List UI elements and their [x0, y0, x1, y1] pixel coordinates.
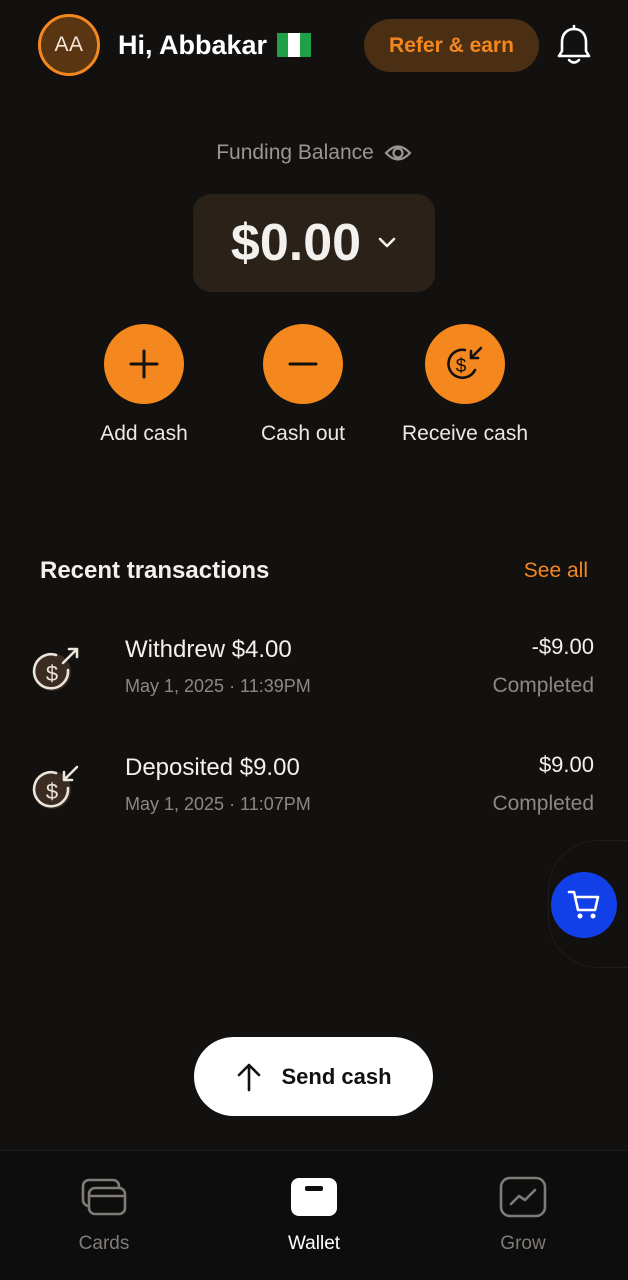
avatar[interactable]: AA	[38, 14, 100, 76]
balance-label-text: Funding Balance	[216, 141, 374, 164]
receive-cash-button[interactable]: $ Receive cash	[402, 324, 528, 446]
recent-transactions-title: Recent transactions	[40, 557, 270, 584]
greeting-text: Hi, Abbakar	[118, 29, 268, 60]
balance-amount: $0.00	[230, 214, 362, 272]
plus-icon	[104, 324, 184, 404]
transaction-amount: $9.00	[538, 752, 594, 777]
transaction-date: May 1, 2025 · 11:07PM	[125, 794, 311, 814]
cart-button[interactable]	[551, 872, 617, 938]
nav-label-cards: Cards	[78, 1233, 130, 1254]
quick-actions: Add cash Cash out $ Receive cash	[0, 324, 628, 454]
cart-icon	[567, 890, 600, 919]
transaction-name: Deposited $9.00	[125, 754, 300, 781]
svg-text:$: $	[46, 661, 58, 686]
withdraw-dollar-icon: $	[32, 647, 79, 691]
eye-icon[interactable]	[384, 142, 412, 164]
nav-label-wallet: Wallet	[287, 1233, 341, 1254]
cash-out-label: Cash out	[260, 422, 346, 445]
transaction-row[interactable]: $ Deposited $9.00 May 1, 2025 · 11:07PM …	[0, 752, 628, 834]
grow-chart-icon	[499, 1176, 547, 1218]
transaction-date: May 1, 2025 · 11:39PM	[125, 676, 311, 696]
svg-text:$: $	[46, 779, 58, 804]
add-cash-button[interactable]: Add cash	[96, 324, 192, 446]
bell-icon[interactable]	[554, 24, 594, 68]
receive-dollar-icon: $	[425, 324, 505, 404]
nav-label-grow: Grow	[500, 1233, 546, 1254]
funding-balance-label: Funding Balance	[0, 141, 628, 165]
transaction-row[interactable]: $ Withdrew $4.00 May 1, 2025 · 11:39PM -…	[0, 634, 628, 716]
see-all-link[interactable]: See all	[524, 559, 588, 583]
transaction-name: Withdrew $4.00	[125, 636, 292, 663]
cards-icon	[81, 1178, 127, 1216]
greeting: Hi, Abbakar	[118, 29, 312, 61]
transaction-status: Completed	[492, 674, 594, 697]
arrow-up-icon	[238, 1063, 261, 1091]
nav-item-grow[interactable]: Grow	[463, 1175, 583, 1255]
receive-cash-label: Receive cash	[401, 422, 529, 445]
nav-item-wallet[interactable]: Wallet	[254, 1175, 374, 1255]
nav-item-cards[interactable]: Cards	[44, 1175, 164, 1255]
minus-icon	[263, 324, 343, 404]
send-cash-label: Send cash	[281, 1063, 392, 1089]
deposit-dollar-icon: $	[32, 765, 79, 809]
transaction-status: Completed	[492, 792, 594, 815]
add-cash-label: Add cash	[100, 422, 188, 445]
svg-text:$: $	[456, 356, 467, 377]
send-cash-button[interactable]: Send cash	[194, 1037, 433, 1116]
chevron-down-icon	[378, 237, 396, 248]
wallet-icon	[291, 1178, 337, 1216]
transaction-amount: -$9.00	[531, 634, 594, 659]
nigeria-flag-icon	[277, 33, 312, 57]
header: AA Hi, Abbakar Refer & earn	[38, 14, 594, 76]
refer-earn-button[interactable]: Refer & earn	[364, 19, 539, 72]
cash-out-button[interactable]: Cash out	[255, 324, 351, 446]
balance-selector[interactable]: $0.00	[193, 194, 435, 292]
bottom-navigation: Cards Wallet Grow	[0, 1150, 628, 1280]
